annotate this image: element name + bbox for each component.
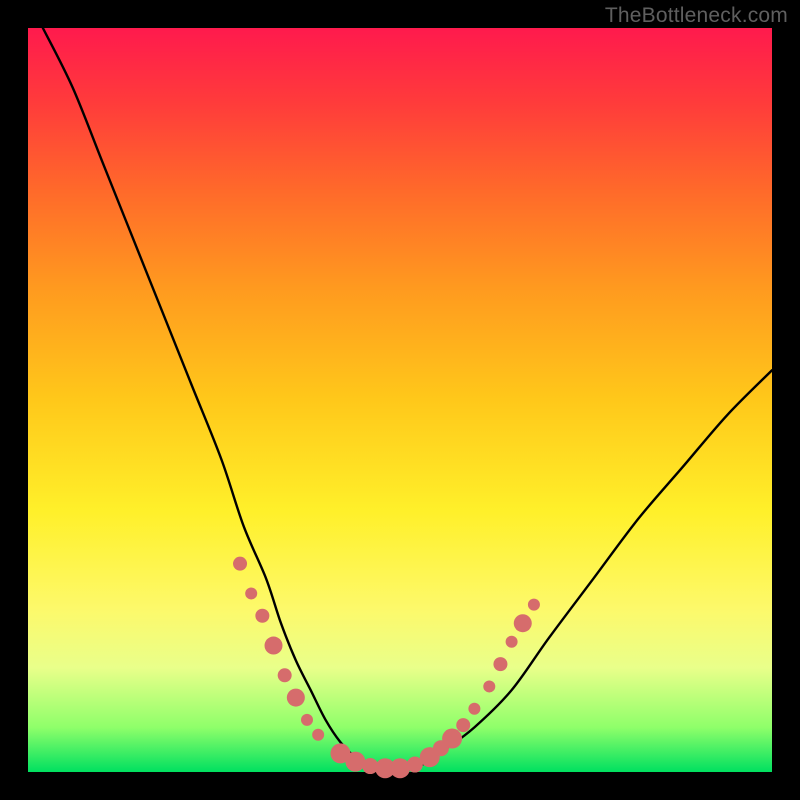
data-marker	[345, 752, 365, 772]
data-marker	[255, 609, 269, 623]
data-marker	[456, 718, 470, 732]
data-marker	[312, 729, 324, 741]
data-marker	[265, 637, 283, 655]
data-marker	[528, 599, 540, 611]
data-marker	[278, 668, 292, 682]
marker-group	[233, 557, 540, 779]
data-marker	[442, 729, 462, 749]
data-marker	[468, 703, 480, 715]
watermark-text: TheBottleneck.com	[605, 4, 788, 28]
data-marker	[233, 557, 247, 571]
data-marker	[287, 689, 305, 707]
data-marker	[506, 636, 518, 648]
data-marker	[390, 758, 410, 778]
data-marker	[301, 714, 313, 726]
bottleneck-curve	[43, 28, 772, 773]
data-marker	[514, 614, 532, 632]
outer-frame: TheBottleneck.com	[0, 0, 800, 800]
data-marker	[493, 657, 507, 671]
plot-area	[28, 28, 772, 772]
data-marker	[245, 587, 257, 599]
chart-svg	[28, 28, 772, 772]
data-marker	[483, 680, 495, 692]
